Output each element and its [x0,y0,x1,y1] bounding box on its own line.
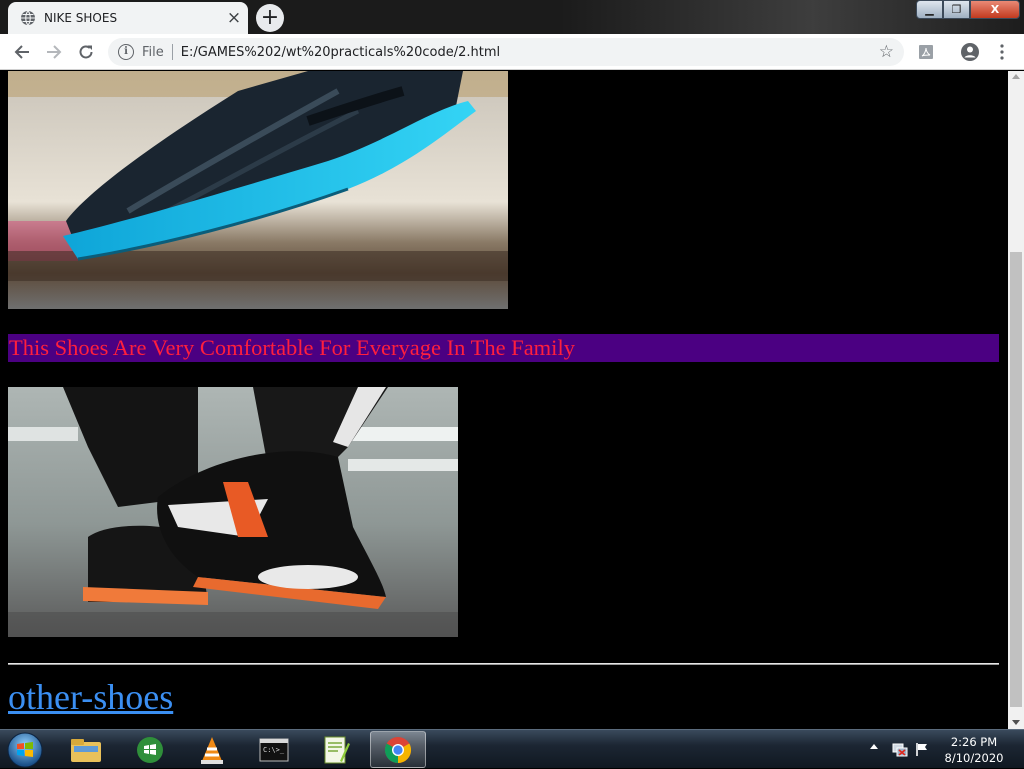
clock-time: 2:26 PM [950,735,998,749]
windows-taskbar: C:\>_ 2:26 PM 8/10/2020 [0,729,1024,768]
account-icon [961,43,979,61]
globe-icon [21,10,35,26]
taskbar-google-chrome[interactable] [370,731,426,768]
window-controls: ▁ ❐ X [916,0,1022,20]
caption-text: This Shoes Are Very Comfortable For Ever… [9,335,575,360]
svg-text:C:\>_: C:\>_ [263,746,285,754]
bookmark-star-icon[interactable]: ☆ [879,42,894,62]
network-icon[interactable] [892,741,908,757]
show-hidden-icons-arrow-icon[interactable] [870,744,878,749]
nike-shoe-image-1 [8,71,508,309]
menu-button[interactable] [988,38,1016,66]
file-scheme-label: File [142,44,164,60]
other-shoes-link[interactable]: other-shoes [8,675,173,719]
pdf-icon [919,45,933,59]
notepad-plus-plus-icon [324,736,350,763]
back-arrow-icon [14,45,29,59]
clock-date: 8/10/2020 [944,751,1004,765]
reload-icon [79,45,93,59]
page-viewport: This Shoes Are Very Comfortable For Ever… [0,71,1008,729]
taskbar-notepad-plus-plus[interactable] [308,731,364,768]
shoe-photo-orange [8,387,458,637]
command-prompt-icon: C:\>_ [259,738,289,761]
taskbar-vlc[interactable] [184,731,240,768]
new-tab-button[interactable]: + [256,4,284,32]
windows-start-orb-icon[interactable] [6,731,44,769]
taskbar-explorer[interactable] [58,731,114,768]
profile-button[interactable] [956,38,984,66]
reload-button[interactable] [72,38,100,66]
url-text[interactable]: E:/GAMES%202/wt%20practicals%20code/2.ht… [181,45,500,60]
forward-arrow-icon [47,45,62,59]
taskbar-clock[interactable]: 2:26 PM 8/10/2020 [936,734,1012,766]
horizontal-rule [8,663,999,665]
action-center-flag-icon[interactable] [914,741,930,757]
tab-title: NIKE SHOES [44,11,118,25]
address-bar[interactable]: i File E:/GAMES%202/wt%20practicals%20co… [108,38,904,66]
media-center-icon [137,736,163,763]
browser-toolbar: i File E:/GAMES%202/wt%20practicals%20co… [0,34,1024,70]
scroll-down-arrow-icon[interactable] [1012,720,1020,725]
shoe-caption: This Shoes Are Very Comfortable For Ever… [8,334,999,362]
address-separator [171,44,173,60]
browser-tab-strip: NIKE SHOES × + ▁ ❐ X [0,0,1024,34]
vertical-scrollbar[interactable] [1008,71,1024,729]
taskbar-media-center[interactable] [122,731,178,768]
nike-shoe-image-2 [8,387,458,637]
tab-nike-shoes[interactable]: NIKE SHOES × [8,2,248,34]
taskbar-command-prompt[interactable]: C:\>_ [246,731,302,768]
back-button[interactable] [8,38,36,66]
shoe-photo-blue [8,71,508,309]
info-icon[interactable]: i [118,44,134,60]
folder-icon [71,738,101,762]
more-vert-icon [1000,44,1004,60]
tab-close-button[interactable]: × [220,4,248,32]
scroll-up-arrow-icon[interactable] [1012,74,1020,79]
close-window-button[interactable]: X [970,0,1020,19]
maximize-button[interactable]: ❐ [943,0,970,19]
pdf-extension-button[interactable] [912,38,940,66]
vlc-cone-icon [201,736,223,764]
minimize-button[interactable]: ▁ [916,0,943,19]
scrollbar-thumb[interactable] [1010,252,1022,707]
chrome-icon [384,736,412,763]
forward-button[interactable] [40,38,68,66]
